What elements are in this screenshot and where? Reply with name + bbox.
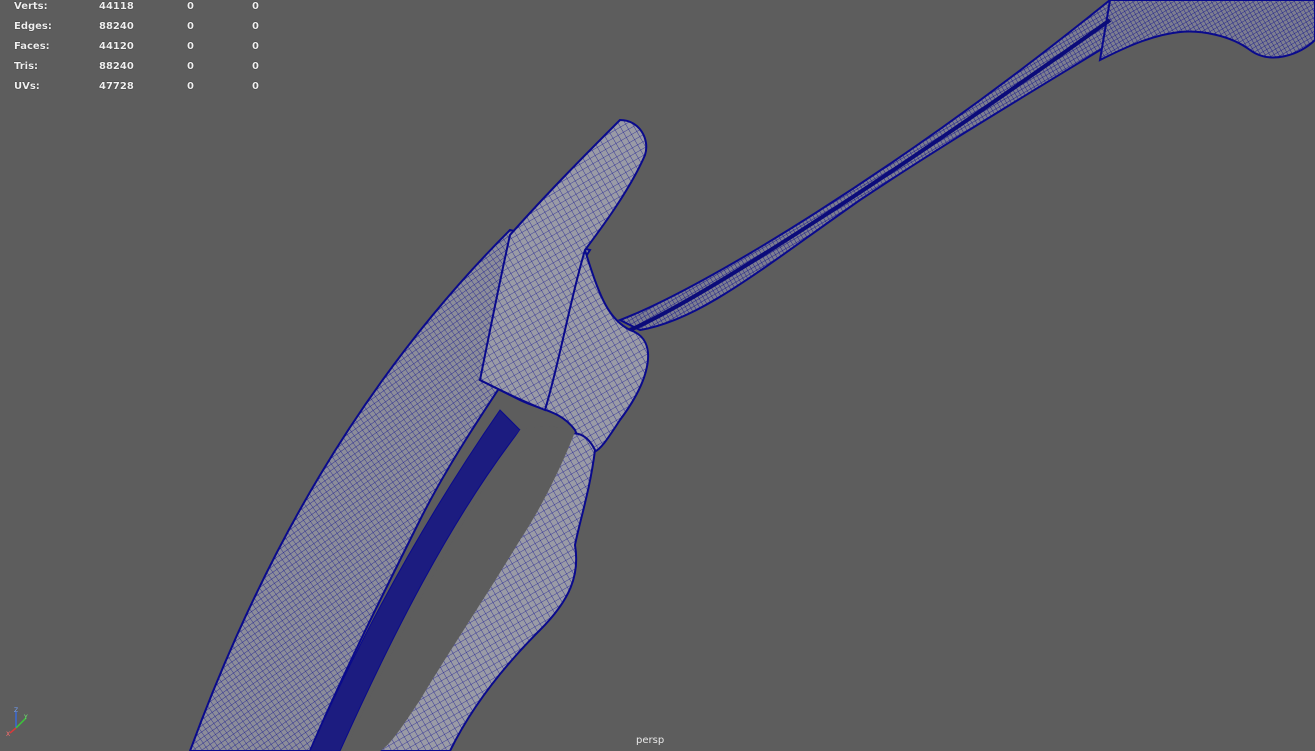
hud-label: Verts:: [14, 1, 48, 12]
hud-row-tris: Tris: 88240 0 0: [14, 60, 284, 80]
axis-x-label: X: [6, 731, 10, 736]
hud-label: Edges:: [14, 21, 52, 32]
hud-label: Tris:: [14, 61, 39, 72]
hud-label: Faces:: [14, 41, 50, 52]
hud-value: 0: [252, 1, 259, 12]
hud-label: UVs:: [14, 81, 40, 92]
viewport-persp[interactable]: Verts: 44118 0 0 Edges: 88240 0 0 Faces:…: [0, 0, 1315, 751]
hud-value: 0: [187, 21, 194, 32]
axis-z-label: Z: [14, 707, 18, 714]
hud-value: 44120: [99, 41, 134, 52]
hud-value: 44118: [99, 1, 134, 12]
poly-count-hud: Verts: 44118 0 0 Edges: 88240 0 0 Faces:…: [14, 0, 284, 100]
wireframe-mesh[interactable]: [0, 0, 1315, 751]
hud-value: 0: [252, 21, 259, 32]
hud-row-uvs: UVs: 47728 0 0: [14, 80, 284, 100]
hud-row-verts: Verts: 44118 0 0: [14, 0, 284, 20]
hud-value: 0: [252, 81, 259, 92]
hud-value: 0: [187, 81, 194, 92]
hud-value: 0: [252, 61, 259, 72]
camera-label: persp: [636, 735, 665, 746]
axis-gizmo-icon: Z Y X: [6, 707, 28, 736]
hud-value: 47728: [99, 81, 134, 92]
hud-value: 0: [187, 41, 194, 52]
mesh-upper-right-end: [1098, 0, 1315, 62]
hud-value: 0: [187, 61, 194, 72]
hud-value: 0: [187, 1, 194, 12]
hud-value: 88240: [99, 61, 134, 72]
hud-value: 0: [252, 41, 259, 52]
hud-row-faces: Faces: 44120 0 0: [14, 40, 284, 60]
hud-row-edges: Edges: 88240 0 0: [14, 20, 284, 40]
axis-y-label: Y: [23, 714, 28, 721]
hud-value: 88240: [99, 21, 134, 32]
